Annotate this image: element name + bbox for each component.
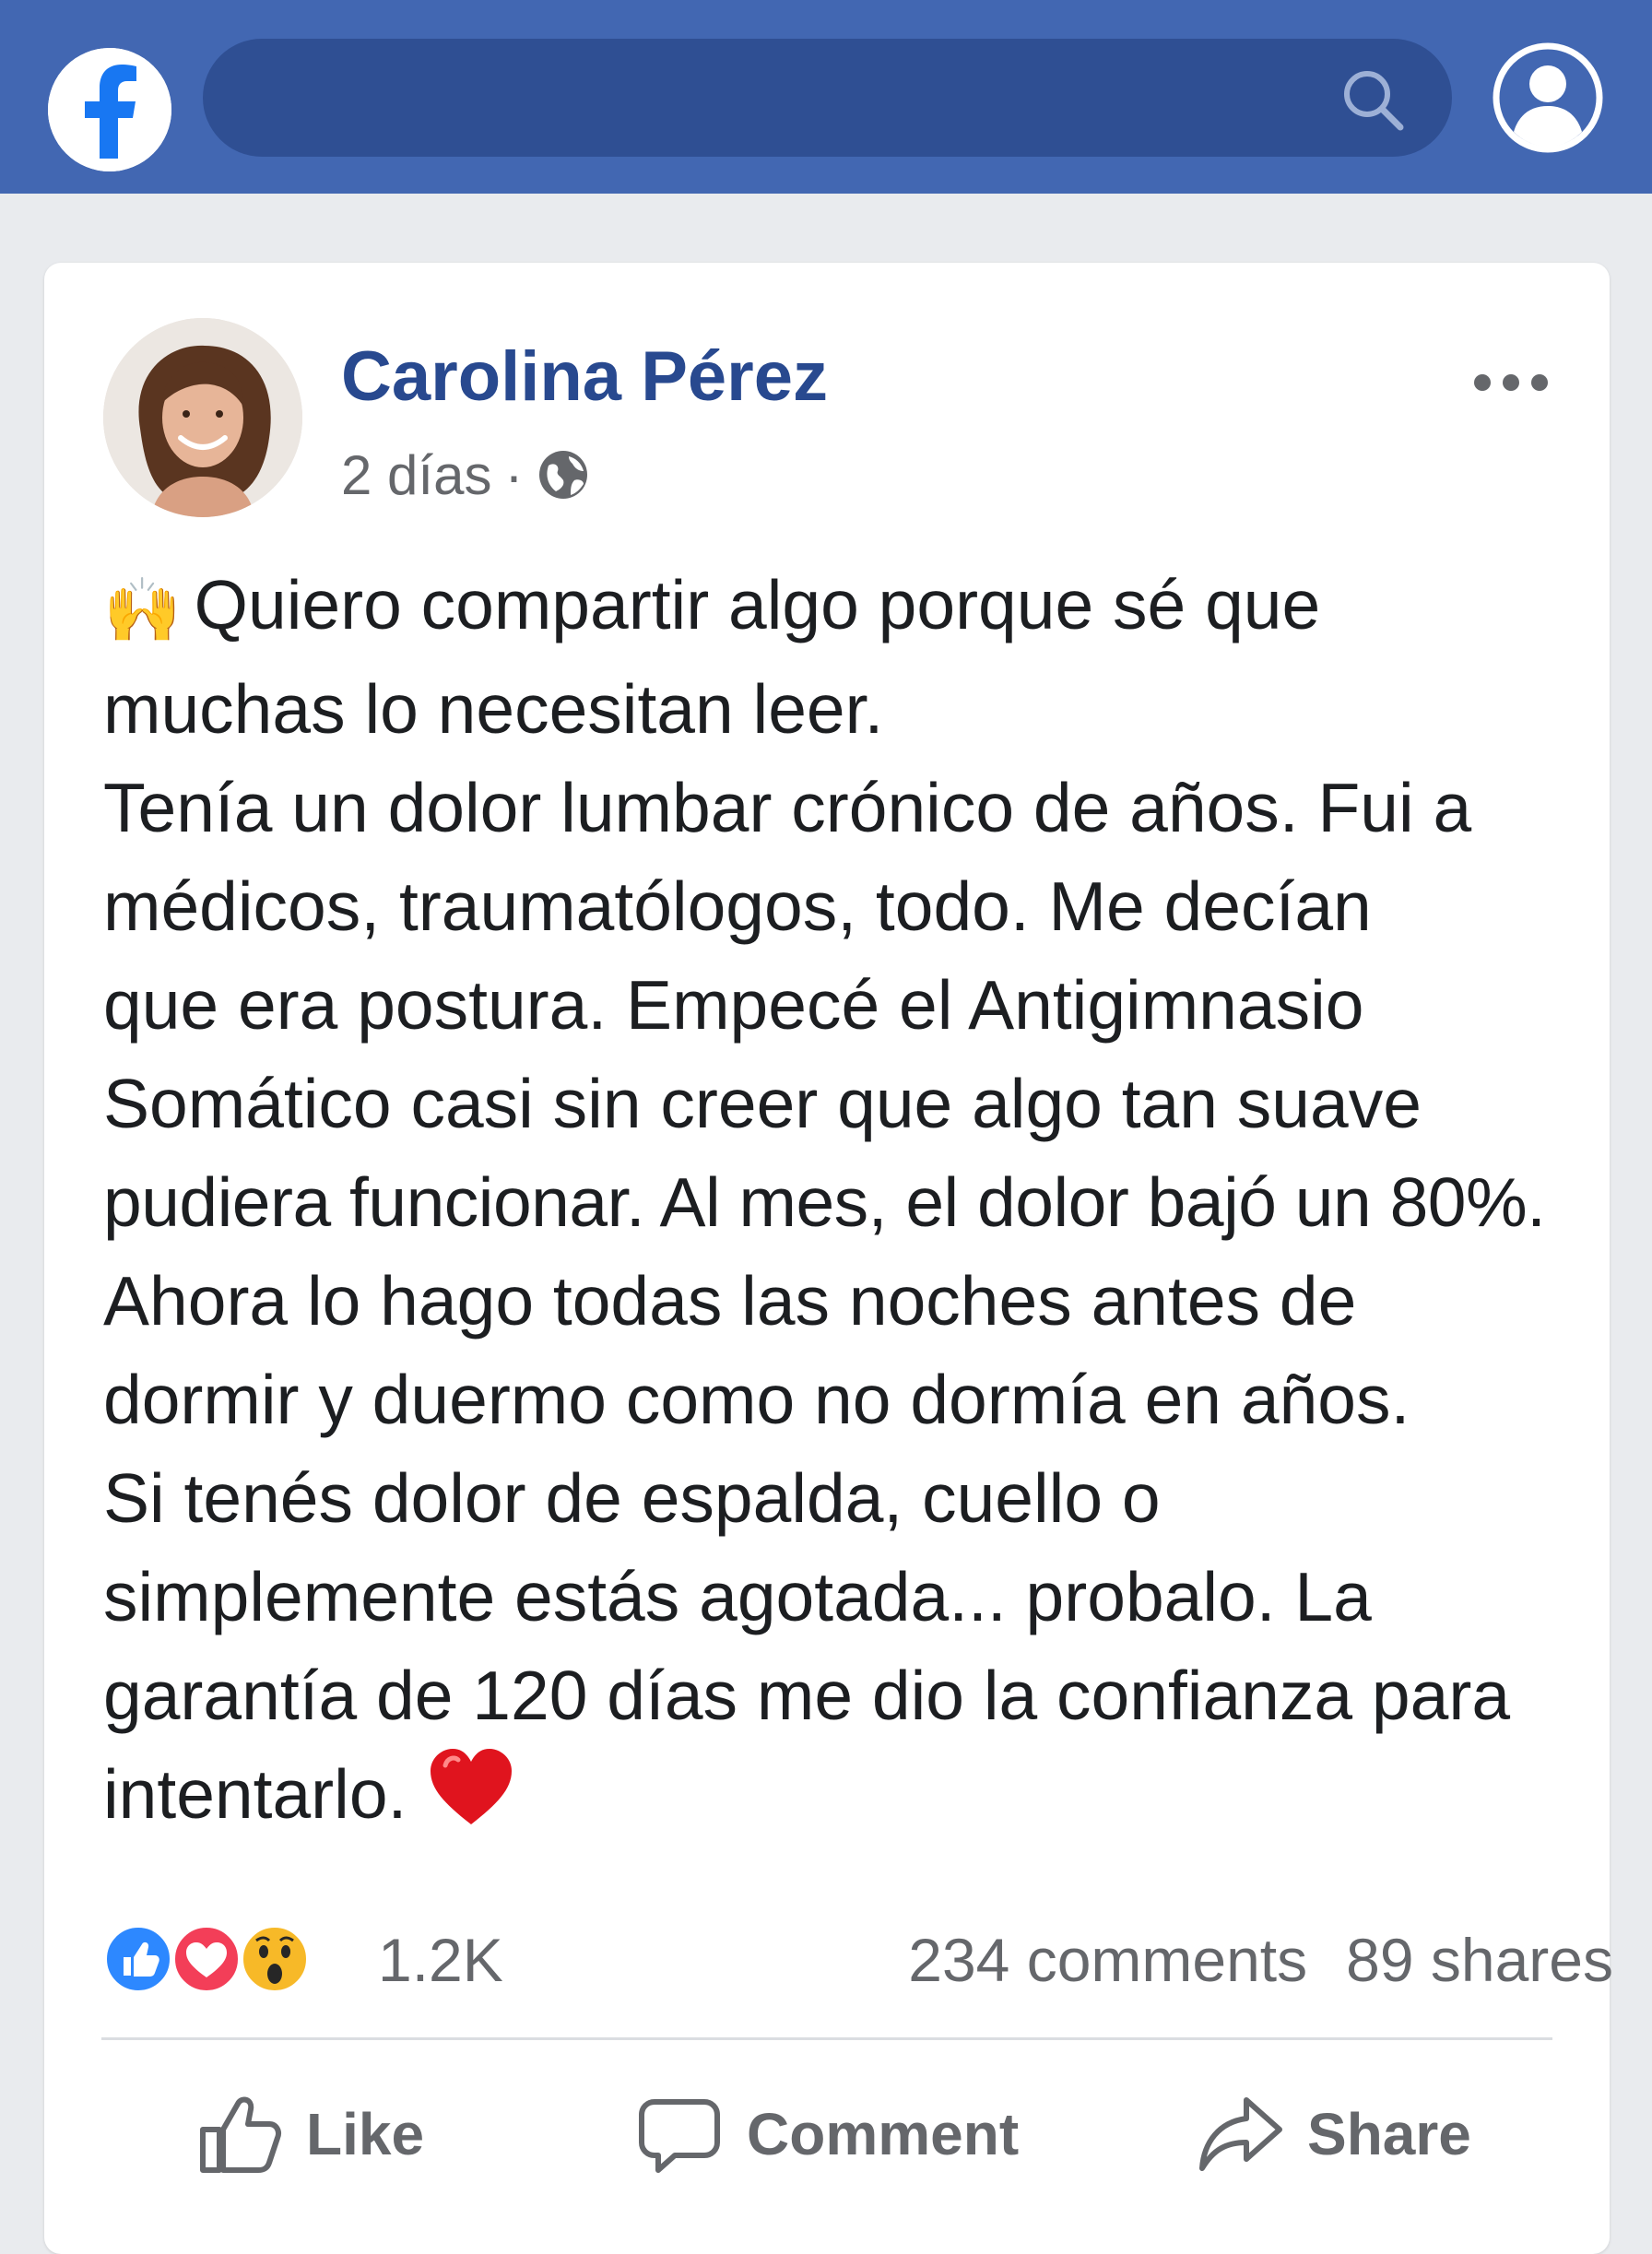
more-options-icon[interactable] bbox=[1469, 364, 1552, 401]
share-arrow-icon bbox=[1199, 2097, 1282, 2171]
user-profile-icon[interactable] bbox=[1492, 41, 1604, 154]
wow-reaction-icon bbox=[240, 1924, 310, 1994]
red-heart-emoji bbox=[427, 1745, 515, 1854]
share-button[interactable]: Share bbox=[1197, 2065, 1471, 2203]
like-button[interactable]: Like bbox=[195, 2065, 424, 2203]
post-line: dormir y duermo como no dormía en años. bbox=[103, 1360, 1410, 1438]
like-reaction-icon bbox=[103, 1924, 173, 1994]
post-actions-bar: Like Comment Share bbox=[44, 2065, 1610, 2203]
comment-bubble-icon bbox=[639, 2099, 720, 2173]
post-line: Tenía un dolor lumbar crónico de años. F… bbox=[103, 768, 1472, 846]
post-line: médicos, traumatólogos, todo. Me decían bbox=[103, 867, 1372, 945]
love-reaction-icon bbox=[171, 1924, 242, 1994]
post-line: simplemente estás agotada... probalo. La bbox=[103, 1557, 1372, 1635]
shares-count[interactable]: 89 shares bbox=[1346, 1926, 1613, 1994]
post-line: muchas lo necesitan leer. bbox=[103, 669, 884, 748]
post-author-name[interactable]: Carolina Pérez bbox=[341, 336, 828, 417]
search-bar[interactable] bbox=[203, 39, 1452, 157]
post-line: pudiera funcionar. Al mes, el dolor bajó… bbox=[103, 1162, 1546, 1241]
like-button-label: Like bbox=[306, 2101, 425, 2167]
meta-separator: · bbox=[504, 443, 524, 506]
top-navigation-bar bbox=[0, 0, 1652, 194]
post-line: garantía de 120 días me dio la confianza… bbox=[103, 1656, 1511, 1734]
reaction-icons-group[interactable] bbox=[101, 1922, 323, 1996]
thumbs-up-icon bbox=[200, 2096, 281, 2173]
reaction-count[interactable]: 1.2K bbox=[378, 1925, 503, 1995]
post-line: Si tenés dolor de espalda, cuello o bbox=[103, 1458, 1161, 1537]
post-line: que era postura. Empecé el Antigimnasio bbox=[103, 965, 1364, 1044]
post-line: Ahora lo hago todas las noches antes de bbox=[103, 1261, 1357, 1339]
avatar[interactable] bbox=[103, 318, 302, 517]
post-card: Carolina Pérez 2 días · 🙌 Quiero comparti… bbox=[44, 263, 1613, 2254]
post-meta: 2 días · bbox=[341, 443, 591, 507]
comments-count[interactable]: 234 comments bbox=[908, 1926, 1307, 1994]
post-body-text: 🙌 Quiero compartir algo porque sé que muc… bbox=[103, 556, 1615, 1854]
comment-button[interactable]: Comment bbox=[636, 2065, 1019, 2203]
comment-button-label: Comment bbox=[747, 2101, 1020, 2167]
raised-hands-emoji: 🙌 bbox=[103, 574, 182, 645]
post-line: 🙌 Quiero compartir algo porque sé que bbox=[103, 556, 1615, 660]
post-line: intentarlo. bbox=[103, 1745, 1615, 1854]
reactions-summary: 1.2K 234 comments 89 shares bbox=[101, 1918, 1613, 2000]
post-timestamp[interactable]: 2 días bbox=[341, 443, 491, 507]
share-button-label: Share bbox=[1307, 2101, 1471, 2167]
search-icon[interactable] bbox=[1338, 65, 1408, 135]
divider bbox=[101, 2037, 1552, 2040]
facebook-logo-icon[interactable] bbox=[48, 48, 171, 171]
globe-icon bbox=[539, 451, 588, 499]
post-stats: 234 comments 89 shares bbox=[908, 1925, 1613, 1995]
post-line: Somático casi sin creer que algo tan sua… bbox=[103, 1064, 1422, 1142]
